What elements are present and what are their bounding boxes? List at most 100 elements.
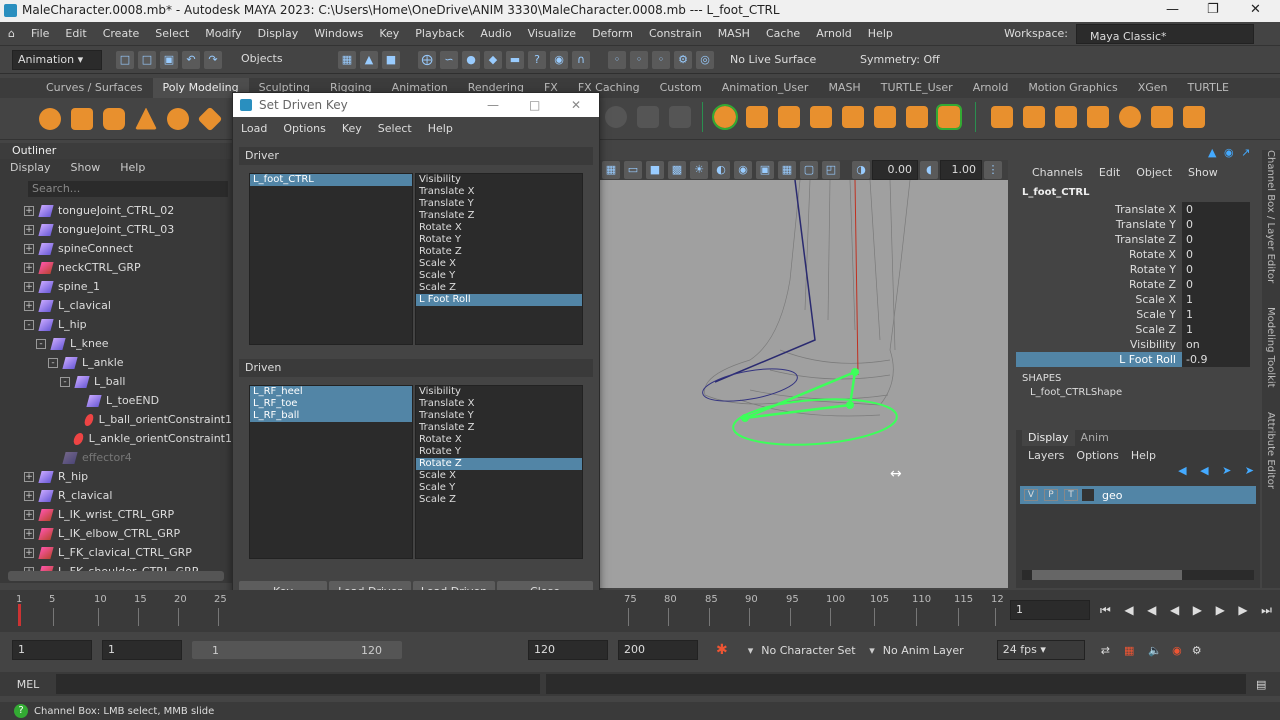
current-time-marker[interactable] — [18, 604, 21, 626]
list-item-translate-y[interactable]: Translate Y — [416, 198, 582, 210]
shelf-tab-animation-user[interactable]: Animation_User — [712, 78, 819, 98]
side-tab-attribute-editor[interactable]: Attribute Editor — [1265, 412, 1276, 489]
cam-attr-icon[interactable]: ▦ — [602, 161, 620, 179]
move-layer-up-icon[interactable]: ◀ — [1178, 464, 1186, 477]
layer-color-swatch[interactable] — [1082, 489, 1094, 501]
shelf-tab-turtle-user[interactable]: TURTLE_User — [871, 78, 963, 98]
menuset-select[interactable]: Animation ▾ — [12, 49, 102, 70]
folder-icon[interactable]: □ — [116, 50, 134, 69]
menu-playback[interactable]: Playback — [407, 22, 472, 46]
menu-arnold[interactable]: Arnold — [808, 22, 860, 46]
multi-cut-icon[interactable] — [1087, 106, 1109, 128]
prefs-icon[interactable]: ⚙ — [1192, 644, 1202, 657]
list-item-visibility[interactable]: Visibility — [416, 386, 582, 398]
select-hierarchy-icon[interactable]: ▦ — [338, 50, 356, 69]
select-object-icon[interactable]: ▲ — [360, 50, 378, 69]
channel-name[interactable]: Translate Z — [1016, 232, 1182, 247]
list-item-rotate-x[interactable]: Rotate X — [416, 222, 582, 234]
ipr-icon[interactable]: ◦ — [652, 50, 670, 69]
list-item-l-rf-toe[interactable]: L_RF_toe — [250, 398, 412, 410]
channel-name[interactable]: L Foot Roll — [1016, 352, 1182, 367]
driven-attribute-list[interactable]: Visibility Translate X Translate Y Translat… — [415, 385, 583, 559]
expand-toggle-icon[interactable]: + — [24, 509, 34, 520]
quad-draw-icon[interactable] — [1151, 106, 1173, 128]
outliner-item[interactable]: + neckCTRL_GRP — [24, 258, 232, 277]
selection-mode[interactable]: Objects — [236, 49, 336, 70]
outliner-item[interactable]: + spine_1 — [24, 277, 232, 296]
menu-deform[interactable]: Deform — [584, 22, 641, 46]
channel-name[interactable]: Visibility — [1016, 337, 1182, 352]
render-seq-icon[interactable]: ◦ — [630, 50, 648, 69]
expand-toggle-icon[interactable]: + — [24, 471, 34, 482]
list-item-rotate-y[interactable]: Rotate Y — [416, 446, 582, 458]
smooth-icon[interactable] — [842, 106, 864, 128]
sound-icon[interactable]: 🔈 — [1148, 644, 1162, 657]
current-frame-field[interactable]: 1 — [1010, 600, 1090, 620]
outliner-item[interactable]: - L_ankle — [24, 353, 232, 372]
outliner-item[interactable]: + R_hip — [24, 467, 232, 486]
fps-select[interactable]: 24 fps ▾ — [996, 640, 1085, 660]
channel-name[interactable]: Scale X — [1016, 292, 1182, 307]
hypershade-icon[interactable]: ◎ — [696, 50, 714, 69]
shelf-tab-arnold[interactable]: Arnold — [963, 78, 1019, 98]
step-back-frame-icon[interactable]: ◀ — [1147, 603, 1156, 617]
channel-scale-y[interactable]: Scale Y1 — [1016, 307, 1260, 322]
channel-menu-object[interactable]: Object — [1128, 166, 1180, 179]
shape-name[interactable]: L_foot_CTRLShape — [1016, 387, 1260, 401]
layer-menu-help[interactable]: Help — [1125, 449, 1162, 462]
sdk-menu-load[interactable]: Load — [233, 117, 275, 141]
snap-curve-icon[interactable]: ∽ — [440, 50, 458, 69]
bevel-icon[interactable] — [874, 106, 896, 128]
list-item-rotate-y[interactable]: Rotate Y — [416, 234, 582, 246]
list-item-scale-z[interactable]: Scale Z — [416, 282, 582, 294]
channel-menu-show[interactable]: Show — [1180, 166, 1226, 179]
channel-name[interactable]: Rotate X — [1016, 247, 1182, 262]
home-icon[interactable]: ⌂ — [0, 22, 23, 46]
particle-icon[interactable] — [669, 106, 691, 128]
poly-cylinder-icon[interactable] — [103, 107, 125, 130]
list-item-translate-z[interactable]: Translate Z — [416, 422, 582, 434]
list-item-rotate-z[interactable]: Rotate Z — [416, 458, 582, 470]
snap-target-icon[interactable] — [605, 106, 627, 128]
list-item-visibility[interactable]: Visibility — [416, 174, 582, 186]
snap-surface-icon[interactable]: ▬ — [506, 50, 524, 69]
range-bar[interactable]: 1 120 — [192, 641, 402, 659]
exposure-field[interactable]: 0.00 — [872, 160, 918, 180]
grid-icon[interactable]: ▦ — [778, 161, 796, 179]
channel-value[interactable]: 0 — [1182, 277, 1250, 292]
expand-toggle-icon[interactable]: + — [24, 205, 34, 216]
layer-display-type-toggle[interactable]: T — [1064, 489, 1078, 501]
list-item-scale-x[interactable]: Scale X — [416, 470, 582, 482]
select-component-icon[interactable]: ■ — [382, 50, 400, 69]
auto-key-icon[interactable]: ✱ — [716, 642, 728, 658]
menu-windows[interactable]: Windows — [306, 22, 371, 46]
driver-object-list[interactable]: L_foot_CTRL — [249, 173, 413, 345]
charset-dropdown-icon[interactable]: ▾ — [748, 644, 754, 657]
shaded-icon[interactable]: ■ — [646, 161, 664, 179]
list-item-scale-z[interactable]: Scale Z — [416, 494, 582, 506]
extract-icon[interactable] — [810, 106, 832, 128]
channel-translate-y[interactable]: Translate Y0 — [1016, 217, 1260, 232]
outliner-menu-help[interactable]: Help — [110, 159, 155, 177]
menu-edit[interactable]: Edit — [57, 22, 94, 46]
target-weld-icon[interactable] — [1119, 106, 1141, 128]
channel-value[interactable]: 1 — [1182, 307, 1250, 322]
lights-icon[interactable]: ☀ — [690, 161, 708, 179]
layer-tab-anim[interactable]: Anim — [1075, 430, 1115, 446]
shelf-tab-curves-surfaces[interactable]: Curves / Surfaces — [36, 78, 153, 98]
joint-tool-icon[interactable] — [712, 104, 738, 130]
menu-select[interactable]: Select — [147, 22, 197, 46]
channel-name[interactable]: Scale Z — [1016, 322, 1182, 337]
restore-icon[interactable]: ❐ — [1207, 2, 1219, 17]
list-item-translate-y[interactable]: Translate Y — [416, 410, 582, 422]
outliner-item[interactable]: + spineConnect — [24, 239, 232, 258]
layer-visible-toggle[interactable]: V — [1024, 489, 1038, 501]
sculpt-icon[interactable] — [1183, 106, 1205, 128]
channel-name[interactable]: Translate X — [1016, 202, 1182, 217]
layer-menu-options[interactable]: Options — [1070, 449, 1124, 462]
shelf-tab-xgen[interactable]: XGen — [1128, 78, 1178, 98]
channel-menu-edit[interactable]: Edit — [1091, 166, 1128, 179]
channel-translate-z[interactable]: Translate Z0 — [1016, 232, 1260, 247]
outliner-menu-display[interactable]: Display — [0, 159, 61, 177]
channel-value[interactable]: 1 — [1182, 322, 1250, 337]
